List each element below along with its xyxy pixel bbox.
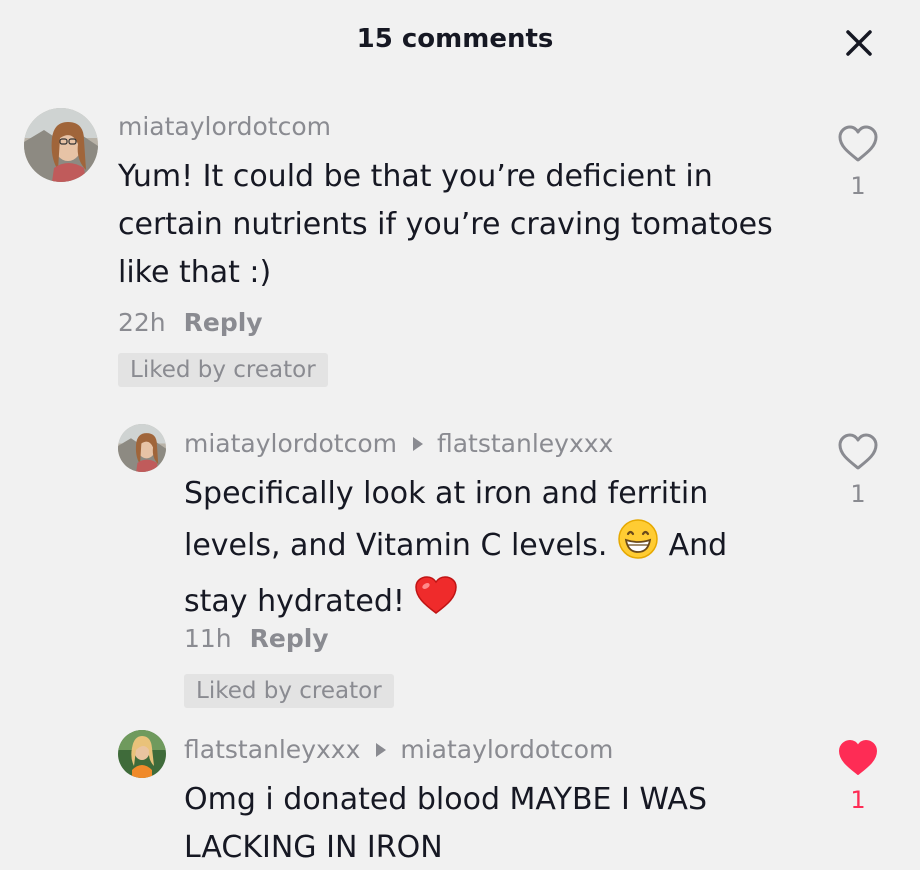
- comments-sheet: 15 comments miataylordotcom Yum! It coul…: [0, 0, 920, 870]
- heart-filled-icon: [839, 740, 877, 775]
- reply-item: flatstanleyxxx miataylordotcom Omg i don…: [0, 0, 920, 870]
- avatar-photo-icon: [118, 730, 166, 778]
- reply-to-username[interactable]: miataylordotcom: [400, 735, 613, 764]
- reply-username[interactable]: flatstanleyxxx: [184, 735, 360, 764]
- like-count: 1: [850, 786, 866, 814]
- reply-arrow-icon: [376, 742, 387, 757]
- like-button[interactable]: 1: [833, 738, 883, 814]
- reply-text: Omg i donated blood MAYBE I WAS LACKING …: [184, 782, 707, 865]
- reply-username-row: flatstanleyxxx miataylordotcom: [184, 735, 613, 764]
- avatar[interactable]: [118, 730, 166, 778]
